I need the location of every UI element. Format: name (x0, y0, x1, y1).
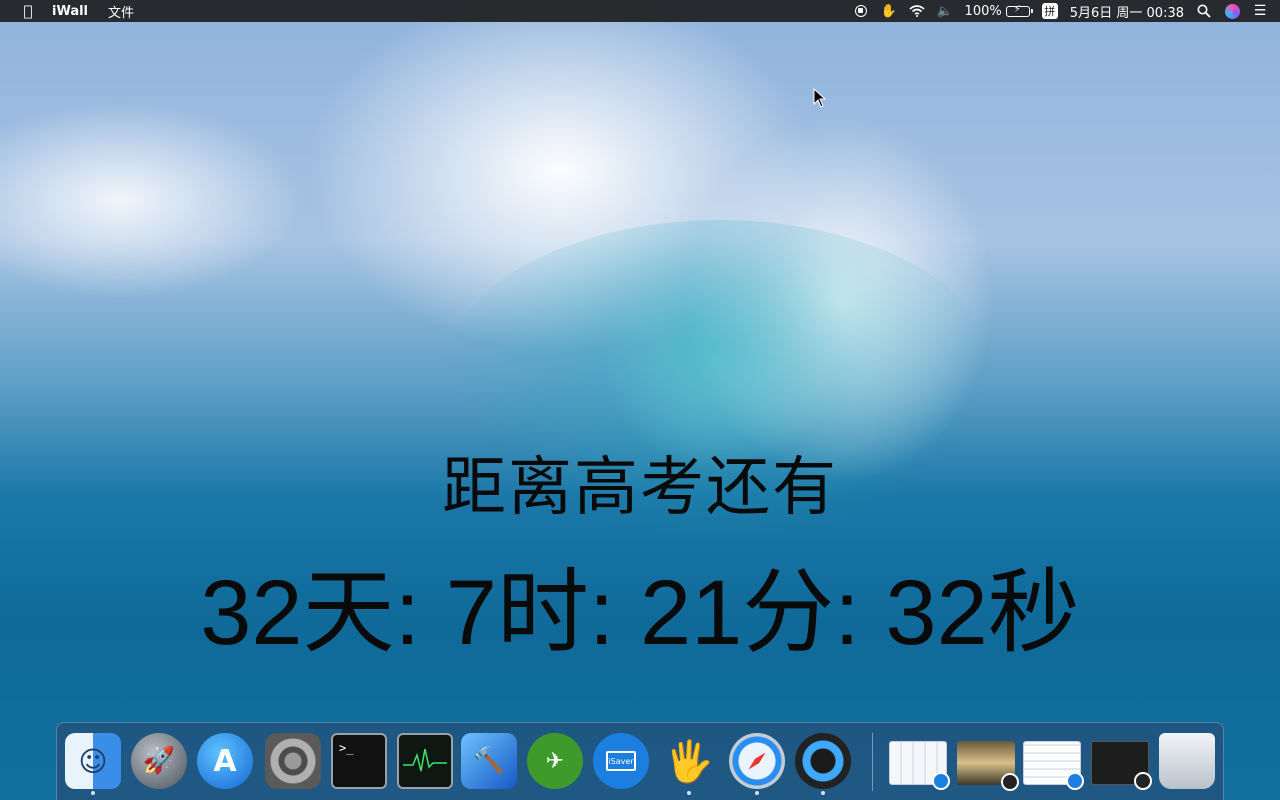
battery-icon[interactable]: ⚡ (1005, 4, 1033, 17)
menu-file[interactable]: 文件 (108, 2, 134, 21)
menu-clock[interactable]: 5月6日 周一 00:38 (1070, 2, 1184, 21)
iwall-hand-icon[interactable]: 🖐 (661, 733, 717, 795)
app-menu-iwall[interactable]: iWall (52, 4, 88, 19)
minimized-window-finder[interactable] (889, 741, 950, 790)
volume-icon[interactable]: 🔈 (936, 3, 952, 19)
desktop-wallpaper (0, 0, 1280, 800)
terminal-icon[interactable]: >_ (331, 733, 387, 789)
activity-monitor-icon[interactable] (397, 733, 453, 789)
quicktime-icon[interactable] (795, 733, 851, 795)
minimized-window-safari[interactable] (1023, 741, 1084, 790)
safari-icon[interactable] (729, 733, 785, 795)
cloud-app-icon[interactable]: ✈ (527, 733, 583, 789)
dock-separator (872, 733, 873, 791)
finder-icon[interactable]: ☺ (65, 733, 121, 795)
spotlight-search-icon[interactable] (1196, 3, 1212, 19)
isaver-icon[interactable]: iSaver (593, 733, 649, 789)
dock: ☺ 🚀 A >_ 🔨 ✈ iSaver 🖐 (56, 722, 1224, 800)
launchpad-icon[interactable]: 🚀 (131, 733, 187, 789)
apple-menu-icon[interactable]:  (18, 2, 38, 20)
minimized-window-quicktime-player[interactable] (1091, 741, 1152, 790)
siri-icon[interactable] (1224, 3, 1240, 19)
notification-center-icon[interactable]: ☰ (1252, 3, 1268, 19)
system-preferences-icon[interactable] (265, 733, 321, 789)
hand-icon[interactable]: ✋ (880, 3, 896, 19)
isaver-label: iSaver (606, 751, 636, 771)
xcode-icon[interactable]: 🔨 (461, 733, 517, 789)
screen-record-icon[interactable] (853, 3, 869, 19)
terminal-prompt: >_ (339, 741, 354, 755)
trash-icon[interactable] (1159, 733, 1215, 789)
app-store-icon[interactable]: A (197, 733, 253, 789)
menu-bar:  iWall 文件 ✋ 🔈 100% ⚡ 拼 5月6日 周一 00:38 ☰ (0, 0, 1280, 22)
input-method-indicator[interactable]: 拼 (1041, 3, 1058, 19)
minimized-window-quicktime-video[interactable] (957, 741, 1019, 791)
wifi-icon[interactable] (909, 3, 925, 19)
battery-percentage: 100% (964, 3, 1002, 19)
countdown-title: 距离高考还有 (442, 451, 838, 525)
countdown-timer: 32天: 7时: 21分: 32秒 (200, 562, 1080, 664)
